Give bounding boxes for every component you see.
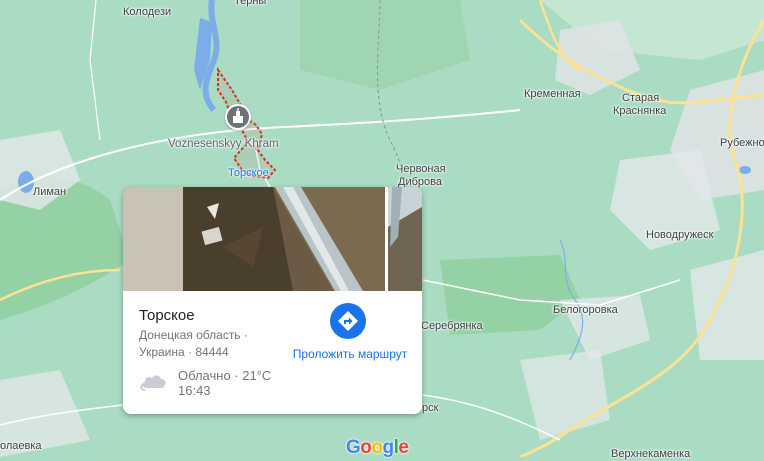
- town-label-liman[interactable]: Лиман: [33, 186, 66, 199]
- town-label-chervonaya-1[interactable]: Червоная: [396, 163, 446, 176]
- town-label-belogorovka[interactable]: Белогоровка: [553, 304, 618, 317]
- town-label-staraya-krasnyanka-1[interactable]: Старая: [622, 92, 659, 105]
- town-label-nikolaevka[interactable]: олаевка: [0, 440, 42, 453]
- place-photo[interactable]: [123, 187, 385, 291]
- town-label-verkhnekamenka[interactable]: Верхнекаменка: [611, 448, 690, 461]
- google-logo: Google: [346, 437, 409, 458]
- cloud-icon: [140, 375, 166, 391]
- town-label-novodruzheck[interactable]: Новодружеск: [646, 229, 713, 242]
- directions-button[interactable]: [330, 303, 366, 339]
- town-label-torsk[interactable]: рск: [422, 402, 438, 415]
- weather-condition: Облачно · 21°C: [178, 368, 272, 383]
- place-address-line1: Донецкая область ·: [139, 328, 248, 342]
- place-photo-next[interactable]: [388, 187, 422, 291]
- weather-time: 16:43: [178, 383, 211, 398]
- place-address-line2: Украина · 84444: [139, 345, 229, 359]
- town-label-kolodezi[interactable]: Колодези: [123, 6, 171, 19]
- place-title: Торское: [139, 307, 195, 324]
- town-label-serebryanka[interactable]: Серебрянка: [421, 320, 483, 333]
- directions-link[interactable]: Проложить маршрут: [290, 347, 410, 361]
- church-icon[interactable]: [225, 104, 251, 130]
- town-label-terny[interactable]: Терны: [234, 0, 266, 8]
- selected-place-label[interactable]: Торское: [228, 167, 269, 180]
- town-label-staraya-krasnyanka-2[interactable]: Краснянка: [613, 105, 666, 118]
- directions-arrow-icon: [338, 311, 358, 331]
- poi-label-church[interactable]: Voznesenskyy Khram: [168, 138, 279, 151]
- town-label-rubezhnoe[interactable]: Рубежно: [720, 137, 764, 150]
- place-info-card[interactable]: Торское Донецкая область · Украина · 844…: [123, 187, 422, 414]
- town-label-kremennaya[interactable]: Кременная: [524, 88, 581, 101]
- weather-info: Облачно · 21°C 16:43: [178, 368, 271, 398]
